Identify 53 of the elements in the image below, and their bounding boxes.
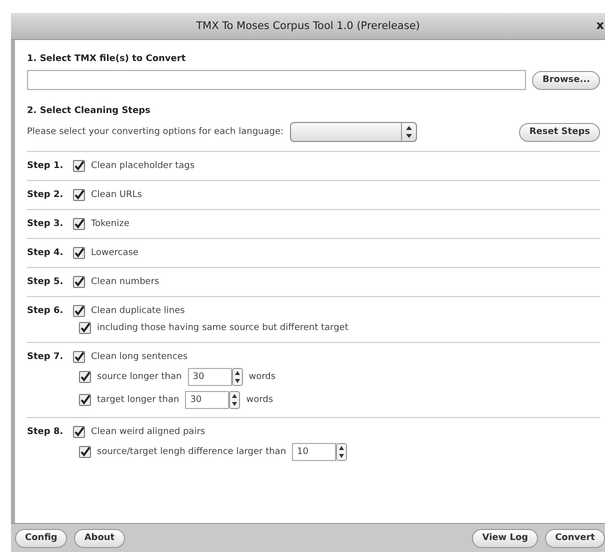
footer-button[interactable]: View Log: [472, 528, 538, 548]
number-field[interactable]: 30: [188, 368, 232, 386]
step-label: Step 4.: [27, 248, 64, 258]
checked-checkbox[interactable]: [73, 276, 85, 288]
checked-checkbox[interactable]: [79, 446, 91, 458]
step-label: Step 7.: [27, 352, 64, 362]
checked-checkbox[interactable]: [79, 394, 91, 406]
step-label: Step 6.: [27, 306, 64, 316]
option-label: source/target lengh difference larger than: [97, 447, 286, 457]
browse-button[interactable]: Browse...: [532, 70, 600, 90]
step-name: Clean URLs: [91, 190, 142, 200]
stepper-arrows-icon[interactable]: [229, 391, 240, 409]
close-button[interactable]: x: [596, 18, 604, 32]
footer-button[interactable]: About: [74, 528, 125, 548]
unit-label: words: [248, 372, 276, 382]
step-name: Tokenize: [91, 219, 130, 229]
file-path-field[interactable]: [27, 70, 526, 90]
step-name: Clean long sentences: [91, 352, 188, 362]
checked-checkbox[interactable]: [73, 305, 85, 317]
stepper-arrows-icon[interactable]: [232, 368, 243, 386]
checked-checkbox[interactable]: [73, 218, 85, 230]
checked-checkbox[interactable]: [79, 322, 91, 334]
step-label: Step 8.: [27, 427, 64, 437]
step-label: Step 3.: [27, 219, 64, 229]
checked-checkbox[interactable]: [79, 371, 91, 383]
checked-checkbox[interactable]: [73, 160, 85, 172]
number-field[interactable]: 30: [185, 391, 230, 409]
section-heading: 2. Select Cleaning Steps: [27, 106, 152, 116]
reset-steps-button[interactable]: Reset Steps: [519, 122, 600, 142]
step-name: Clean weird aligned pairs: [91, 427, 206, 437]
prompt-text: Please select your converting options for each language:: [27, 127, 284, 137]
section-heading: 1. Select TMX file(s) to Convert: [27, 54, 187, 64]
step-label: Step 1.: [27, 161, 64, 171]
footer-button[interactable]: Config: [15, 528, 68, 548]
checked-checkbox[interactable]: [73, 247, 85, 259]
step-label: Step 5.: [27, 277, 64, 287]
step-name: Clean duplicate lines: [91, 306, 185, 316]
checked-checkbox[interactable]: [73, 426, 85, 438]
step-name: Clean placeholder tags: [91, 161, 195, 171]
step-label: Step 2.: [27, 190, 64, 200]
language-dropdown[interactable]: [290, 122, 417, 142]
step-name: Clean numbers: [91, 277, 160, 287]
window-title: TMX To Moses Corpus Tool 1.0 (Prerelease): [196, 20, 420, 32]
checked-checkbox[interactable]: [73, 351, 85, 363]
option-label: including those having same source but different target: [97, 323, 348, 333]
option-label: target longer than: [97, 395, 180, 405]
unit-label: words: [246, 395, 274, 405]
step-name: Lowercase: [91, 248, 138, 258]
footer-button[interactable]: Convert: [545, 528, 605, 548]
stepper-arrows-icon[interactable]: [336, 443, 348, 461]
checked-checkbox[interactable]: [73, 189, 85, 201]
number-field[interactable]: 10: [292, 443, 336, 461]
option-label: source longer than: [97, 372, 182, 382]
